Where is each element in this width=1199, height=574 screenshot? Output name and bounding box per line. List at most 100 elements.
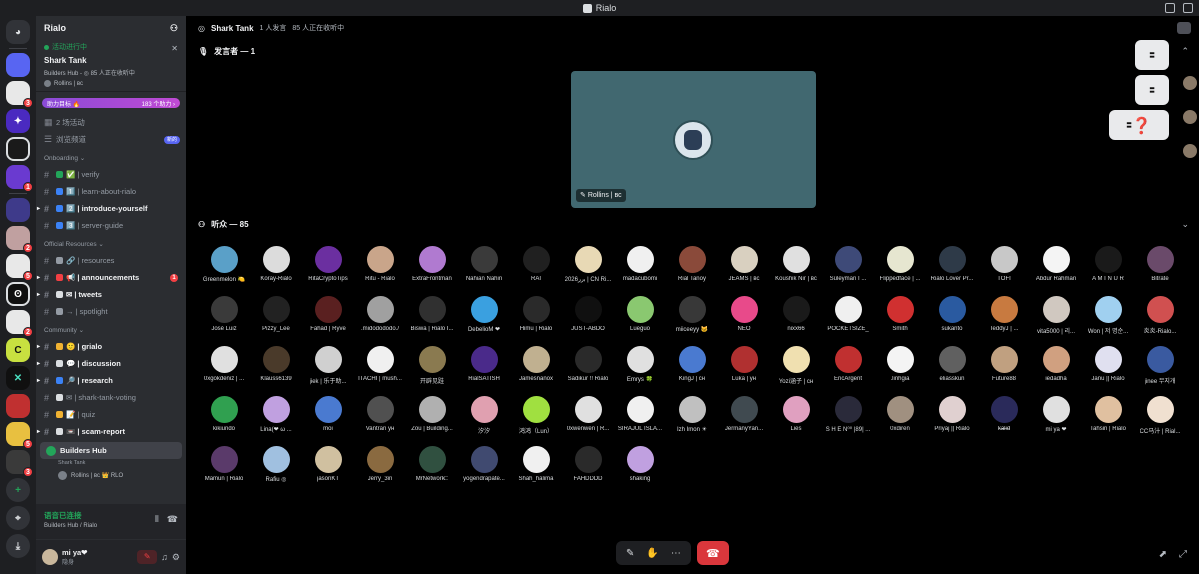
server-icon[interactable]: C (6, 338, 30, 362)
channel-item[interactable]: ▸ # 🔎 | research (36, 372, 186, 389)
settings-gear-icon[interactable]: ⚙ (172, 552, 180, 563)
audience-member[interactable]: kikiundo (198, 396, 250, 446)
audience-member[interactable]: Mamun | Rialo (198, 446, 250, 496)
audience-member[interactable]: 0xdiren (874, 396, 926, 446)
audience-member[interactable]: yogendrapate... (458, 446, 510, 496)
audience-member[interactable]: Jerry_3in (354, 446, 406, 496)
audience-member[interactable]: Koray-Rialo (250, 246, 302, 296)
audience-member[interactable]: eliasskun (926, 346, 978, 396)
server-icon[interactable] (6, 137, 30, 161)
audience-member[interactable]: Rafiu ◎ (250, 446, 302, 496)
server-icon[interactable]: 5 (6, 254, 33, 281)
audience-member[interactable]: Future88 (978, 346, 1030, 396)
fullscreen-icon[interactable]: ⤢ (1179, 549, 1187, 560)
audience-member[interactable]: 汐汐 (458, 396, 510, 446)
category-header[interactable]: Onboarding ⌄ (36, 150, 186, 166)
audience-member[interactable]: Nahian Nahin (458, 246, 510, 296)
audience-member[interactable]: sukanto (926, 296, 978, 346)
audience-member[interactable]: madacubomi (614, 246, 666, 296)
audience-member[interactable]: Luka | ун (718, 346, 770, 396)
server-icon[interactable]: 2 (6, 226, 33, 253)
active-event-card[interactable]: 活动进行中 ✕ Shark Tank Builders Hub - ◎ 85 人… (36, 40, 186, 92)
channel-item[interactable]: # ✉ | shark-tank-voting (36, 389, 186, 406)
events-link[interactable]: ▦ 2 场活动 (36, 114, 186, 131)
audience-member[interactable]: Ritu - Rialo (354, 246, 406, 296)
category-header[interactable]: Community ⌄ (36, 322, 186, 338)
channel-item[interactable]: #1️⃣ | learn-about-rialo (36, 183, 186, 200)
add-server-icon[interactable]: + (6, 478, 30, 502)
audience-member[interactable]: jasonKT (302, 446, 354, 496)
chevron-down-icon[interactable]: ⌄ (1181, 219, 1189, 230)
inbox-icon[interactable] (1165, 3, 1175, 13)
channel-item[interactable]: ▸ # ✉ | tweets (36, 286, 186, 303)
audience-member[interactable]: Lueguo (614, 296, 666, 346)
audience-member[interactable]: iedadha (1030, 346, 1082, 396)
audience-member[interactable]: FAHDDDD (562, 446, 614, 496)
audience-member[interactable]: Klauss6139 (250, 346, 302, 396)
discover-icon[interactable]: ⌖ (6, 506, 30, 530)
audience-member[interactable]: JUST-ABDO (562, 296, 614, 346)
audience-member[interactable]: NEO (718, 296, 770, 346)
voice-channel-builders-hub[interactable]: Builders Hub (40, 442, 182, 459)
audience-member[interactable]: 0xwenwen | R... (562, 396, 614, 446)
server-icon[interactable]: ʘ (6, 282, 30, 306)
help-icon[interactable] (1183, 3, 1193, 13)
headphones-icon[interactable]: ♫ (161, 552, 168, 562)
audience-member[interactable]: jiek | 乐于助... (302, 346, 354, 396)
chevron-up-icon[interactable]: ⌃ (1181, 46, 1189, 57)
channel-item[interactable]: ▸ # 🙂 | grialo (36, 338, 186, 355)
voice-member[interactable]: Rollins | вс 👑 RLO (36, 468, 186, 482)
server-folder-icon[interactable] (6, 198, 30, 222)
audience-member[interactable]: Yozi涵子 | сн (770, 346, 822, 396)
audience-member[interactable]: José Luiz (198, 296, 250, 346)
audience-member[interactable]: Lina(❤ ω ... (250, 396, 302, 446)
download-icon[interactable]: ⤓ (6, 534, 30, 558)
browse-channels-link[interactable]: ☰ 浏览频道 新的 (36, 131, 186, 148)
category-header[interactable]: Official Resources ⌄ (36, 236, 186, 252)
server-icon[interactable]: ✦ (6, 109, 30, 133)
audience-member[interactable]: TeddyJ | ... (978, 296, 1030, 346)
audience-member[interactable]: nixx66 (770, 296, 822, 346)
server-icon[interactable]: 3 (6, 450, 33, 477)
popout-icon[interactable]: ⬈ (1159, 549, 1167, 560)
audience-member[interactable]: Pizzy_Lee (250, 296, 302, 346)
audience-member[interactable]: CC马汁 | Rial... (1134, 396, 1186, 446)
audience-member[interactable]: Izh Imon ☀ (666, 396, 718, 446)
audience-member[interactable]: Bitrate (1134, 246, 1186, 296)
audience-member[interactable]: ExtraFrontman (406, 246, 458, 296)
more-icon[interactable]: ⋯ (671, 548, 681, 559)
audience-member[interactable]: shaking (614, 446, 666, 496)
audience-member[interactable]: DebelioM ❤ (458, 296, 510, 346)
channel-item[interactable]: # → | spotlight (36, 303, 186, 320)
noise-suppression-icon[interactable]: ⫴ (155, 514, 159, 525)
boost-goal-bar[interactable]: 助力目标 🔥 183 个助力 › (42, 98, 180, 108)
audience-member[interactable]: Smith (874, 296, 926, 346)
audience-member[interactable]: 鸿鸿（Lun） (510, 396, 562, 446)
audience-member[interactable]: k̶a̶l̶i̶d̶ (978, 396, 1030, 446)
disconnect-icon[interactable]: ☎ (167, 514, 178, 525)
audience-member[interactable]: 2026‏ﺑرر | CN Ri... (562, 246, 614, 296)
audience-member[interactable]: mi ya ❤ (1030, 396, 1082, 446)
audience-member[interactable]: KingJ | сн (666, 346, 718, 396)
audience-member[interactable]: Süleyman I ... (822, 246, 874, 296)
audience-member[interactable]: EricArgent (822, 346, 874, 396)
audience-member[interactable]: Zou | Building... (406, 396, 458, 446)
audience-member[interactable]: jinee 무지개 (1134, 346, 1186, 396)
audience-member[interactable]: Shah_halima (510, 446, 562, 496)
audience-member[interactable]: miiceeyy 🐱 (666, 296, 718, 346)
audience-member[interactable]: moi (302, 396, 354, 446)
audience-member[interactable]: Sadikur !! Rialo (562, 346, 614, 396)
audience-member[interactable]: .midodododo./ (354, 296, 406, 346)
raise-hand-icon[interactable]: ✋ (646, 548, 658, 559)
close-icon[interactable]: ✕ (171, 44, 178, 53)
audience-member[interactable]: Lies (770, 396, 822, 446)
avatar[interactable] (42, 549, 58, 565)
audience-member[interactable]: RAI (510, 246, 562, 296)
audience-member[interactable]: Jamesnanox (510, 346, 562, 396)
channel-item[interactable]: # ✅ | verify (36, 166, 186, 183)
audience-member[interactable]: Priyaj || Rialo (926, 396, 978, 446)
audience-member[interactable]: TOFI (978, 246, 1030, 296)
channel-item[interactable]: #3️⃣ | server-guide (36, 217, 186, 234)
channel-item[interactable]: # 📝 | quiz (36, 406, 186, 423)
channel-item[interactable]: ▸ # 📼 | scam-report (36, 423, 186, 440)
